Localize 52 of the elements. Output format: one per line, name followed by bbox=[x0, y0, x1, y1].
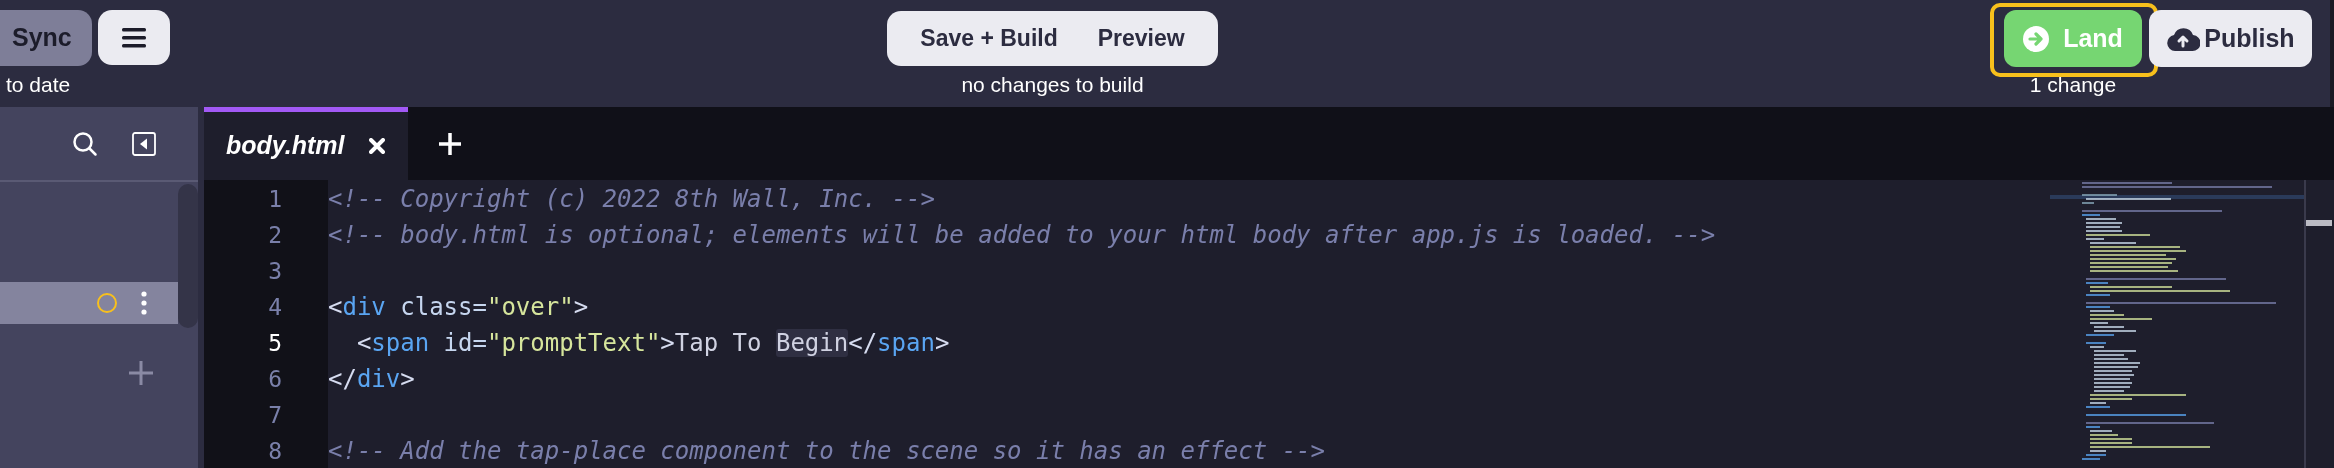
line-number: 7 bbox=[267, 401, 283, 430]
sync-status: to date bbox=[6, 72, 71, 98]
line-number: 5 bbox=[267, 329, 283, 358]
code-token: </ bbox=[328, 365, 357, 393]
code-token: < bbox=[355, 329, 372, 357]
code-comment: <!-- Add the tap-place component to the scene so it has an effect --> bbox=[328, 437, 1325, 465]
toolbar-button[interactable]: Save + Build bbox=[920, 21, 1058, 56]
menu-icon bbox=[122, 27, 146, 48]
code-token: div bbox=[356, 365, 401, 393]
publish-button[interactable]: Publish bbox=[2149, 10, 2312, 67]
code-token: id= bbox=[442, 329, 487, 357]
collapse-icon bbox=[132, 131, 156, 156]
menu-button[interactable] bbox=[98, 10, 170, 65]
plus-icon bbox=[438, 131, 462, 156]
line-number: 6 bbox=[267, 365, 283, 394]
plus-icon bbox=[128, 360, 154, 386]
code-token: span bbox=[371, 329, 430, 357]
arrow-circle-icon bbox=[2023, 25, 2050, 52]
collapse-sidebar-button[interactable] bbox=[132, 131, 156, 156]
cloud-upload-icon bbox=[2166, 25, 2201, 52]
code-token: </ bbox=[848, 329, 878, 357]
close-icon bbox=[368, 138, 385, 154]
code-token: "over" bbox=[486, 293, 574, 321]
code-token: class= bbox=[399, 293, 487, 321]
line-number: 4 bbox=[267, 293, 283, 322]
highlighted-word: Begin bbox=[775, 329, 849, 357]
file-tab[interactable]: body.html bbox=[204, 107, 408, 180]
toolbar-button[interactable]: Preview bbox=[1097, 21, 1185, 56]
line-number: 3 bbox=[267, 257, 283, 286]
land-status: 1 change bbox=[2028, 72, 2118, 98]
build-status: no changes to build bbox=[960, 72, 1145, 98]
add-file-button[interactable] bbox=[128, 360, 154, 386]
code-token: > bbox=[660, 329, 675, 357]
line-number: 2 bbox=[267, 221, 283, 250]
line-number: 1 bbox=[267, 185, 283, 214]
sync-button[interactable]: Sync bbox=[0, 10, 92, 66]
code-token: > bbox=[400, 365, 415, 393]
search-button[interactable] bbox=[72, 130, 98, 157]
search-icon bbox=[72, 130, 98, 157]
code-token: > bbox=[934, 329, 950, 357]
code-token: span bbox=[877, 329, 935, 357]
code-token: > bbox=[573, 293, 589, 321]
more-icon bbox=[140, 291, 148, 315]
code-token: "promptText" bbox=[486, 329, 661, 357]
code-comment: <!-- body.html is optional; elements will be added to your html body after app.js is loaded. --> bbox=[328, 221, 1716, 249]
code-comment: <!-- Copyright (c) 2022 8th Wall, Inc. --> bbox=[328, 185, 935, 213]
code-token: < bbox=[328, 293, 343, 321]
line-number: 8 bbox=[267, 437, 283, 466]
scrollbar[interactable] bbox=[178, 184, 198, 328]
code-token: Tap To bbox=[674, 329, 763, 357]
code-token: div bbox=[342, 293, 386, 321]
scrollbar-thumb[interactable] bbox=[2306, 220, 2332, 226]
